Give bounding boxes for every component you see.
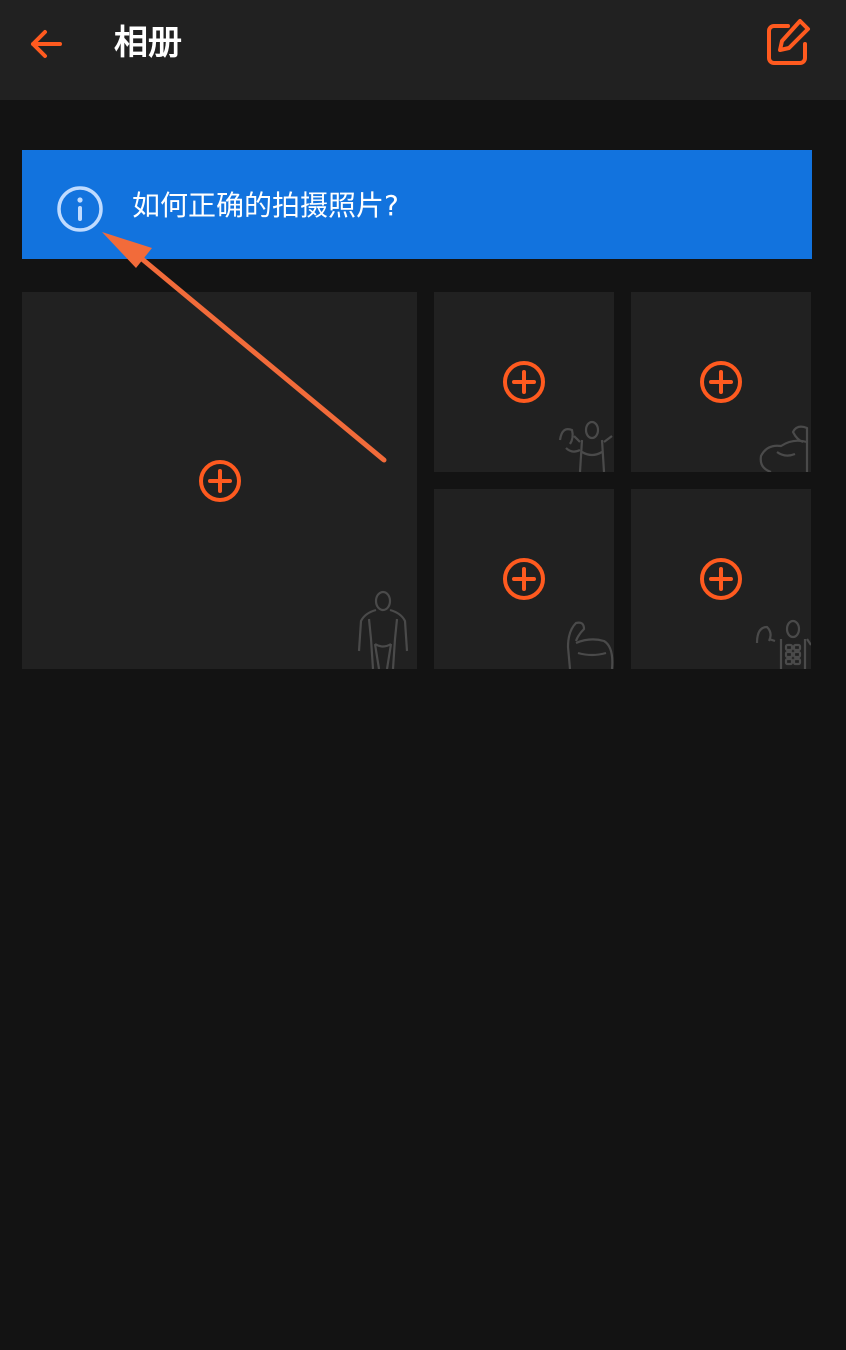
edit-button[interactable] — [758, 14, 816, 72]
full-body-silhouette-icon — [357, 590, 409, 669]
arm-flex-silhouette-icon — [759, 425, 809, 472]
plus-circle-icon — [503, 558, 545, 600]
album-page: 相册 如何正确的拍摄照片? — [0, 0, 846, 1350]
double-biceps-silhouette-icon — [558, 420, 613, 472]
photo-slot-right-arm-flex[interactable] — [631, 292, 811, 472]
photo-tips-text: 如何正确的拍摄照片? — [132, 189, 399, 222]
edit-icon — [767, 19, 810, 65]
photo-tips-banner[interactable]: 如何正确的拍摄照片? — [22, 150, 812, 259]
top-app-bar: 相册 — [0, 0, 846, 100]
plus-circle-icon — [700, 558, 742, 600]
photo-slot-front-full-body[interactable] — [22, 292, 417, 669]
abs-pose-silhouette-icon — [755, 619, 811, 669]
plus-circle-icon — [700, 361, 742, 403]
arm-curl-silhouette-icon — [566, 621, 614, 669]
plus-circle-icon — [198, 459, 241, 502]
arrow-left-icon — [31, 30, 62, 58]
photo-slot-front-abs-pose[interactable] — [631, 489, 811, 669]
back-button[interactable] — [20, 18, 72, 70]
plus-circle-icon — [503, 361, 545, 403]
photo-slot-back-double-biceps[interactable] — [434, 292, 614, 472]
page-title: 相册 — [114, 23, 182, 63]
photo-slot-left-arm-flex[interactable] — [434, 489, 614, 669]
info-icon — [57, 186, 103, 232]
